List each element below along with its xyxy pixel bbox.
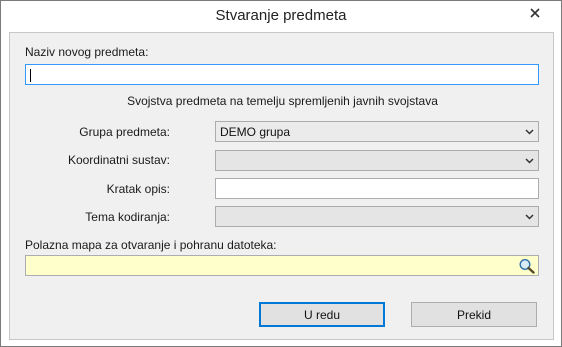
dialog-title: Stvaranje predmeta <box>215 7 347 24</box>
group-select[interactable]: DEMO grupa <box>215 121 539 142</box>
description-label: Kratak opis: <box>106 182 170 196</box>
folder-path-input[interactable] <box>25 255 539 276</box>
coordinate-select[interactable] <box>215 150 539 171</box>
group-label: Grupa predmeta: <box>79 125 170 139</box>
text-caret <box>30 69 31 82</box>
dialog-window: Stvaranje predmeta Naziv novog predmeta:… <box>0 0 562 347</box>
close-button[interactable] <box>524 3 546 22</box>
title-bar: Stvaranje predmeta <box>1 1 561 32</box>
cancel-button[interactable]: Prekid <box>411 302 537 327</box>
properties-heading: Svojstva predmeta na temelju spremljenih… <box>127 94 438 108</box>
description-input[interactable] <box>215 178 539 199</box>
coding-select[interactable] <box>215 206 539 227</box>
coding-label: Tema kodiranja: <box>85 210 170 224</box>
ok-button[interactable]: U redu <box>259 302 385 327</box>
name-input[interactable] <box>25 64 539 85</box>
chevron-down-icon <box>525 214 534 220</box>
coordinate-label: Koordinatni sustav: <box>67 153 170 167</box>
group-select-value: DEMO grupa <box>220 125 291 139</box>
magnifier-icon <box>519 258 535 274</box>
browse-button[interactable] <box>517 257 537 274</box>
dialog-body: Naziv novog predmeta: Svojstva predmeta … <box>9 32 554 340</box>
close-icon <box>530 7 540 18</box>
name-label: Naziv novog predmeta: <box>25 45 149 59</box>
chevron-down-icon <box>525 158 534 164</box>
folder-label: Polazna mapa za otvaranje i pohranu dato… <box>25 238 277 252</box>
chevron-down-icon <box>525 129 534 135</box>
